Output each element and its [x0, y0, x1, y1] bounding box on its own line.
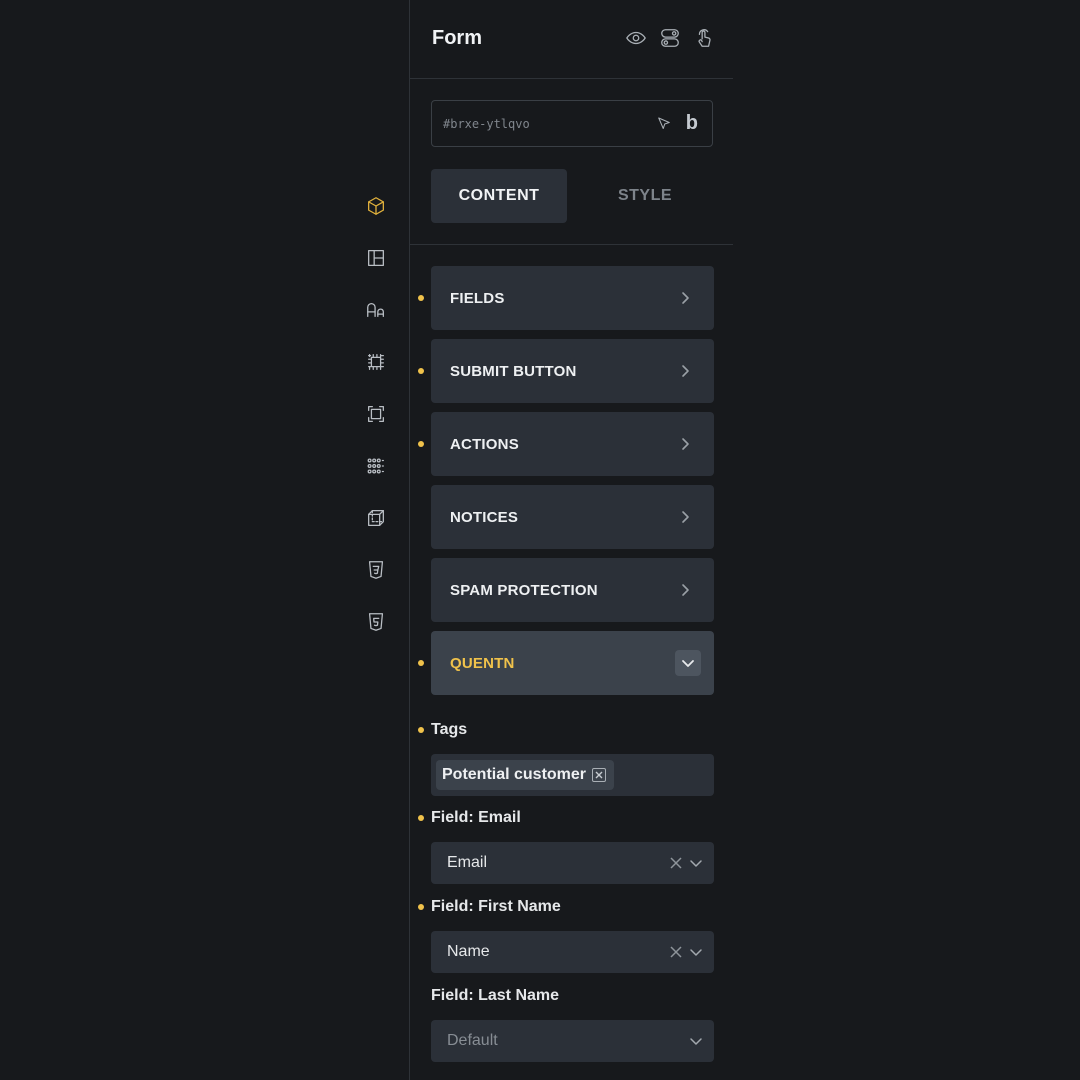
- select-value: Email: [447, 854, 488, 871]
- group-submit-button[interactable]: SUBMIT BUTTON: [431, 339, 714, 403]
- group-label: ACTIONS: [450, 435, 519, 453]
- rail-item-typography[interactable]: [350, 284, 402, 336]
- tab-content[interactable]: CONTENT: [431, 169, 567, 223]
- clear-icon[interactable]: [668, 855, 684, 871]
- chevron-right-icon: [676, 581, 694, 599]
- eye-icon: [626, 31, 646, 45]
- modified-indicator-submit-button: [418, 368, 424, 374]
- toggle-button[interactable]: [659, 26, 681, 50]
- chevron-right-icon: [676, 289, 694, 307]
- group-quentn[interactable]: QUENTN: [431, 631, 714, 695]
- field-email-label: Field: Email: [431, 809, 521, 826]
- close-icon[interactable]: [592, 768, 607, 782]
- tags-label: Tags: [431, 721, 468, 738]
- interactions-button[interactable]: [693, 26, 715, 50]
- modified-indicator-first-name: [418, 904, 424, 910]
- group-notices[interactable]: NOTICES: [431, 485, 714, 549]
- group-spam-protection[interactable]: SPAM PROTECTION: [431, 558, 714, 622]
- tab-style[interactable]: STYLE: [577, 169, 713, 223]
- spacing-icon: [368, 354, 384, 370]
- rail-item-border[interactable]: [350, 388, 402, 440]
- select-element-button[interactable]: [652, 115, 676, 133]
- chevron-down-icon: [688, 944, 704, 960]
- element-settings-panel: Form #brxe-ytlqvo b CONTENT STYLE FIELDS…: [409, 0, 733, 1080]
- grid-dots-icon: [367, 458, 384, 474]
- pointer-hand-icon: [698, 29, 711, 47]
- builder-page: Form #brxe-ytlqvo b CONTENT STYLE FIELDS…: [0, 0, 1080, 1080]
- panel-header: Form: [410, 0, 733, 79]
- toggle-icon: [661, 29, 679, 47]
- select-value: Name: [447, 943, 490, 960]
- clear-icon[interactable]: [668, 944, 684, 960]
- control-groups: FIELDS SUBMIT BUTTON ACTIONS NOTICES SPA…: [431, 266, 714, 704]
- group-label: FIELDS: [450, 289, 505, 307]
- group-label: NOTICES: [450, 508, 519, 526]
- header-actions: [625, 26, 715, 50]
- group-label: SPAM PROTECTION: [450, 581, 598, 599]
- field-last-name-label: Field: Last Name: [431, 987, 560, 1004]
- chevron-right-icon: [676, 508, 694, 526]
- preview-button[interactable]: [625, 26, 647, 50]
- cube-icon: [368, 197, 384, 215]
- chevron-right-icon: [676, 435, 694, 453]
- select-placeholder: Default: [447, 1032, 498, 1049]
- modified-indicator-tags: [418, 727, 424, 733]
- panel-tabs: CONTENT STYLE: [431, 169, 713, 223]
- cursor-arrow-icon: [658, 116, 670, 129]
- css-selector-field[interactable]: #brxe-ytlqvo b: [431, 100, 713, 147]
- selector-id: #brxe-ytlqvo: [443, 116, 530, 131]
- rail-item-html[interactable]: [350, 596, 402, 648]
- rail-item-content[interactable]: [350, 180, 402, 232]
- modified-indicator-quentn: [418, 660, 424, 666]
- chevron-right-icon: [676, 362, 694, 380]
- panel-icon-rail: [350, 180, 402, 648]
- css3-icon: [368, 561, 384, 579]
- modified-indicator-actions: [418, 441, 424, 447]
- rail-item-css[interactable]: [350, 544, 402, 596]
- rail-item-effects[interactable]: [350, 440, 402, 492]
- page-title: Form: [432, 27, 482, 49]
- rail-item-transform[interactable]: [350, 492, 402, 544]
- modified-indicator-fields: [418, 295, 424, 301]
- frame-icon: [368, 406, 384, 422]
- field-last-name-select[interactable]: Default: [431, 1020, 714, 1062]
- group-label: SUBMIT BUTTON: [450, 362, 577, 380]
- group-label: QUENTN: [450, 654, 515, 672]
- field-first-name-label: Field: First Name: [431, 898, 561, 915]
- field-email-select[interactable]: Email: [431, 842, 714, 884]
- layout-icon: [368, 250, 384, 266]
- chevron-down-icon[interactable]: [675, 650, 701, 676]
- typography-icon: [367, 302, 384, 318]
- group-fields[interactable]: FIELDS: [431, 266, 714, 330]
- tag-chip-label: Potential customer: [442, 766, 587, 783]
- group-actions[interactable]: ACTIONS: [431, 412, 714, 476]
- divider: [410, 244, 733, 245]
- chevron-down-icon: [688, 855, 704, 871]
- html5-icon: [368, 613, 384, 631]
- modified-indicator-email: [418, 815, 424, 821]
- tags-input[interactable]: Potential customer: [431, 754, 714, 796]
- chevron-down-icon: [688, 1033, 704, 1049]
- tag-chip[interactable]: Potential customer: [436, 760, 615, 790]
- brand-logo-button[interactable]: b: [686, 112, 698, 135]
- 3d-box-icon: [368, 510, 384, 526]
- rail-item-spacing[interactable]: [350, 336, 402, 388]
- field-first-name-select[interactable]: Name: [431, 931, 714, 973]
- rail-item-layout[interactable]: [350, 232, 402, 284]
